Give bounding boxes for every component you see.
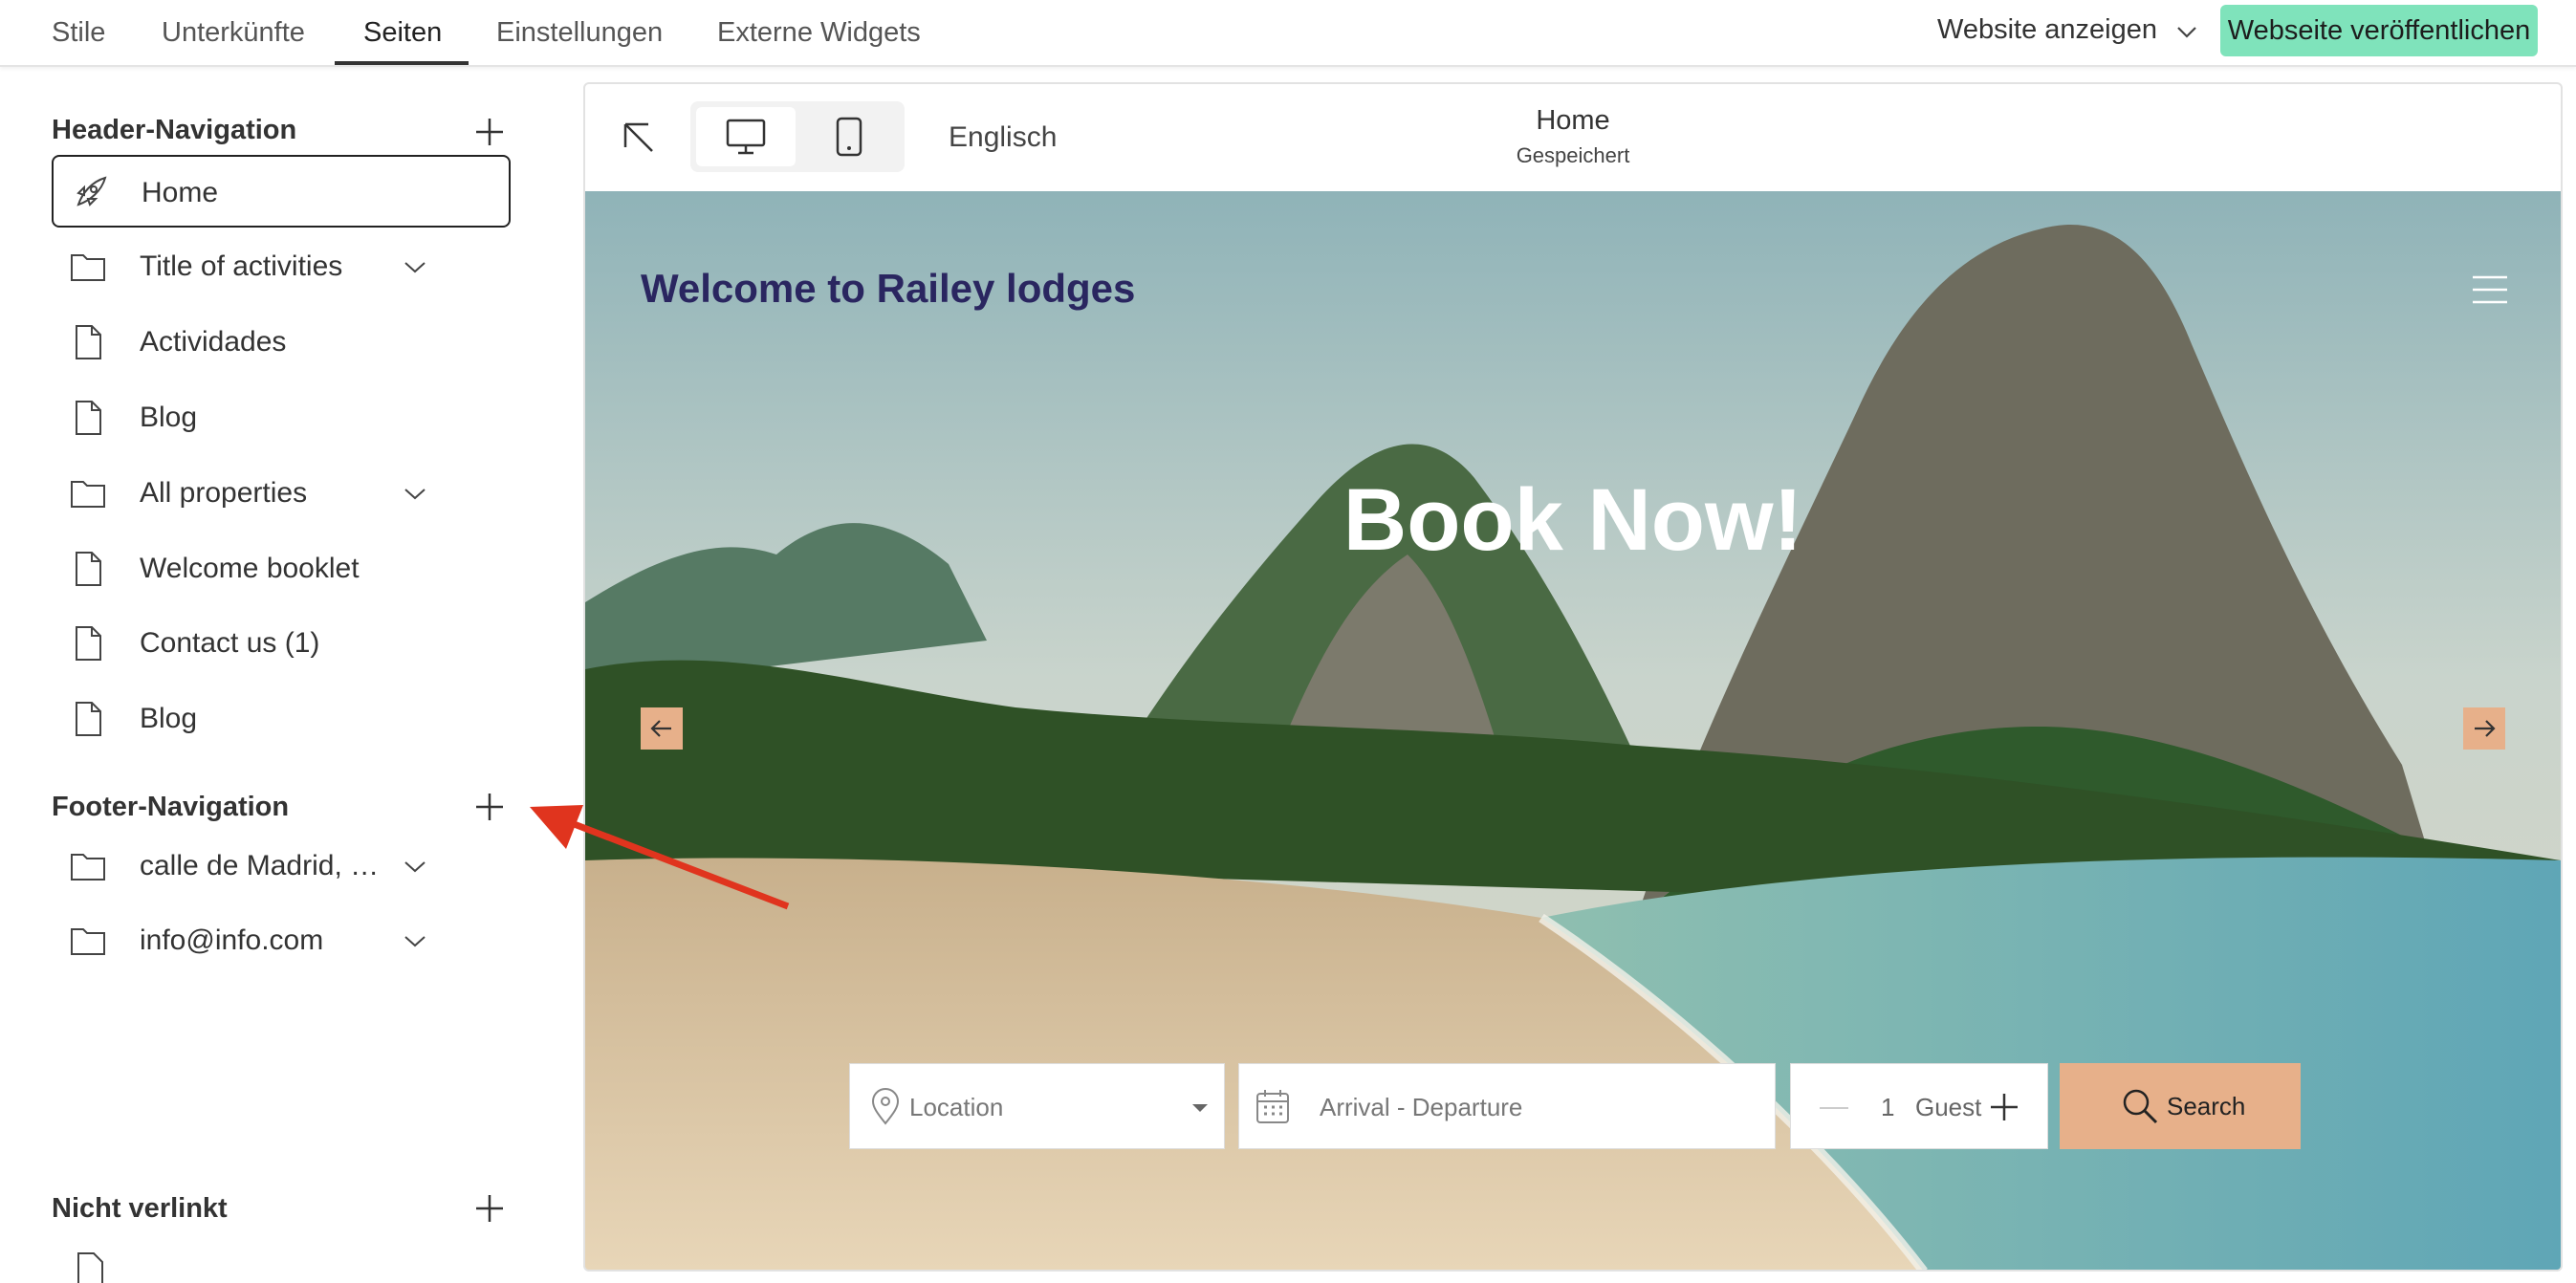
search-label: Search — [2167, 1092, 2246, 1120]
nav-item-label: All properties — [140, 477, 308, 509]
nav-item-info-email[interactable]: info@info.com — [52, 904, 511, 977]
hamburger-menu-icon[interactable] — [2471, 273, 2509, 306]
hero-section: Welcome to Railey lodges Book Now! Locat… — [585, 191, 2561, 1270]
tab-stile[interactable]: Stile — [52, 0, 105, 65]
nav-item-contact-us[interactable]: Contact us (1) — [52, 607, 511, 680]
page-preview-panel: Englisch Home Gespeichert Welcome to Rai… — [583, 82, 2563, 1272]
search-icon — [2123, 1089, 2158, 1124]
folder-icon — [69, 922, 107, 960]
guest-label: Guest — [1915, 1093, 1982, 1121]
guest-count: 1 — [1881, 1093, 1895, 1121]
folder-icon — [69, 248, 107, 286]
minus-icon[interactable] — [1820, 1106, 1848, 1110]
save-status: Gespeichert — [1516, 143, 1630, 167]
page-icon — [69, 550, 107, 588]
location-placeholder: Location — [909, 1093, 1004, 1121]
nav-item-welcome-booklet[interactable]: Welcome booklet — [52, 533, 511, 605]
preview-page-name: Home — [1536, 105, 1610, 136]
tab-seiten[interactable]: Seiten — [363, 0, 442, 65]
location-pin-icon — [871, 1088, 900, 1125]
nav-item-label: info@info.com — [140, 924, 324, 956]
preview-toolbar: Englisch Home Gespeichert — [585, 84, 2561, 193]
active-tab-indicator — [335, 61, 469, 65]
nav-item-label: Home — [142, 177, 219, 208]
nav-item-actividades[interactable]: Actividades — [52, 306, 511, 379]
folder-icon — [69, 474, 107, 512]
caret-down-icon — [1192, 1104, 1208, 1112]
nav-item-label: Blog — [140, 402, 198, 433]
calendar-icon — [1256, 1090, 1289, 1123]
tab-unterkuenfte[interactable]: Unterkünfte — [162, 0, 305, 65]
nav-item-blog-2[interactable]: Blog — [52, 683, 511, 755]
tab-externe-widgets[interactable]: Externe Widgets — [717, 0, 921, 65]
tab-einstellungen[interactable]: Einstellungen — [496, 0, 663, 65]
booking-search-bar: Location Arrival - Departure 1 Guest Sea… — [849, 1063, 2301, 1149]
nav-item-all-properties[interactable]: All properties — [52, 457, 511, 530]
header-navigation-title: Header-Navigation — [52, 115, 297, 145]
nav-item-home[interactable]: Home — [52, 155, 511, 228]
location-select[interactable]: Location — [849, 1063, 1225, 1149]
language-selector[interactable]: Englisch — [949, 84, 1057, 191]
add-footer-page-plus-icon[interactable] — [472, 790, 507, 824]
page-icon — [71, 1250, 109, 1283]
hero-title: Book Now! — [1343, 471, 1803, 569]
nav-item-title-of-activities[interactable]: Title of activities — [52, 230, 511, 303]
page-icon — [69, 323, 107, 361]
view-site-dropdown[interactable]: Website anzeigen — [1937, 0, 2197, 59]
annotation-arrow-icon — [530, 805, 790, 910]
top-navigation-bar: Stile Unterkünfte Seiten Einstellungen E… — [0, 0, 2576, 67]
slider-prev-arrow-icon[interactable] — [641, 707, 683, 750]
nav-item-label: Welcome booklet — [140, 553, 360, 584]
slider-next-arrow-icon[interactable] — [2463, 707, 2505, 750]
add-header-page-plus-icon[interactable] — [472, 115, 507, 149]
page-icon — [69, 399, 107, 437]
chevron-down-icon[interactable] — [402, 255, 428, 278]
chevron-down-icon[interactable] — [402, 929, 428, 952]
chevron-down-icon[interactable] — [402, 482, 428, 505]
date-range-field[interactable]: Arrival - Departure — [1238, 1063, 1776, 1149]
site-welcome-heading: Welcome to Railey lodges — [641, 266, 1136, 311]
nav-item-calle-de-madrid[interactable]: calle de Madrid, … — [52, 830, 511, 902]
unlinked-pages-title: Nicht verlinkt — [52, 1193, 228, 1224]
nav-item-label: Blog — [140, 703, 198, 734]
nav-item-label: Title of activities — [140, 250, 343, 282]
guest-stepper: 1 Guest — [1790, 1063, 2048, 1149]
search-button[interactable]: Search — [2060, 1063, 2301, 1149]
plus-icon[interactable] — [1990, 1093, 2019, 1121]
page-icon — [69, 700, 107, 738]
nav-item-label: calle de Madrid, … — [140, 850, 380, 881]
publish-website-button[interactable]: Webseite veröffentlichen — [2220, 5, 2538, 56]
nav-item-label: Actividades — [140, 326, 287, 358]
view-site-label: Website anzeigen — [1937, 14, 2158, 45]
nav-item-blog[interactable]: Blog — [52, 381, 511, 454]
chevron-down-icon — [2176, 1, 2197, 60]
chevron-down-icon[interactable] — [402, 855, 428, 878]
folder-icon — [69, 847, 107, 885]
page-icon — [69, 624, 107, 663]
footer-navigation-title: Footer-Navigation — [52, 792, 290, 822]
dates-placeholder: Arrival - Departure — [1320, 1093, 1523, 1121]
nav-item-label: Contact us (1) — [140, 627, 320, 659]
rocket-icon — [71, 174, 109, 212]
add-unlinked-page-plus-icon[interactable] — [472, 1191, 507, 1226]
